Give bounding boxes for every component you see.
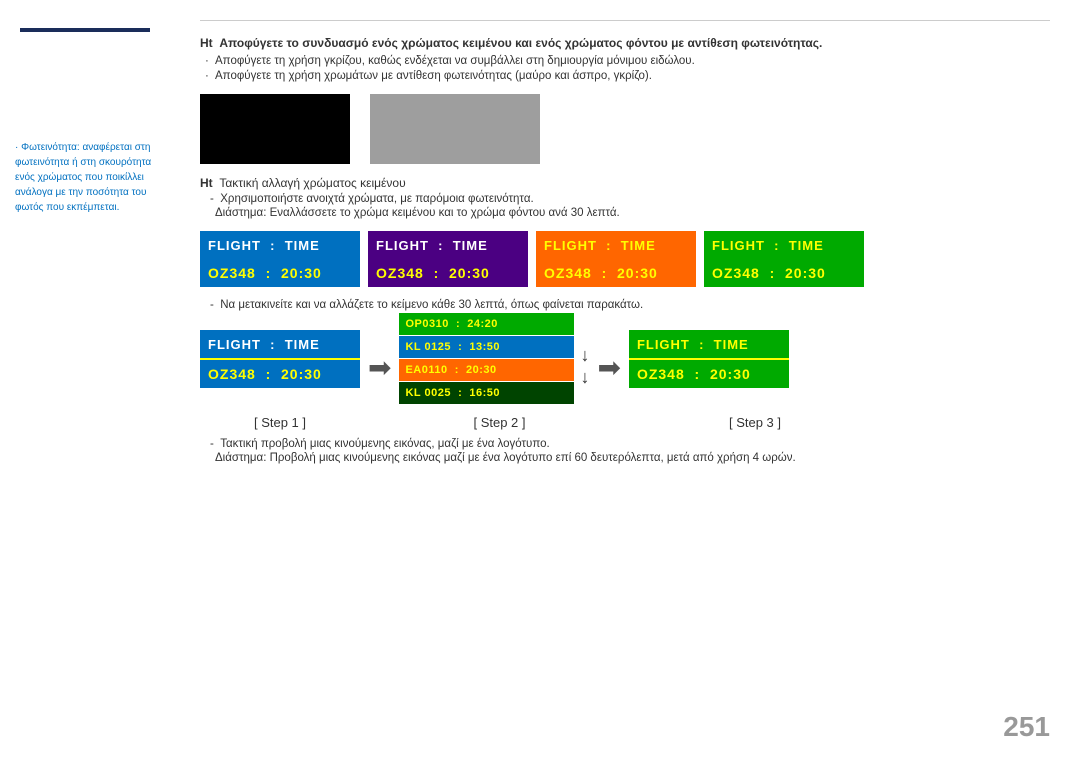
- arrow-right-1: ➡: [368, 341, 391, 384]
- hint-block-1: Ht Αποφύγετε το συνδυασμό ενός χρώματος …: [200, 36, 1050, 82]
- page-container: · Φωτεινότητα: αναφέρεται στη φωτεινότητ…: [0, 0, 1080, 763]
- step3-label: [ Step 3 ]: [675, 415, 835, 430]
- step1-card: FLIGHT : TIME OZ348 : 20:30: [200, 330, 360, 388]
- hint-title-1: Ht Αποφύγετε το συνδυασμό ενός χρώματος …: [200, 36, 1050, 50]
- step2-row-3: EA0110 : 20:30: [399, 359, 574, 381]
- hint-bullet-2: Αποφύγετε τη χρήση χρωμάτων με αντίθεση …: [215, 70, 1050, 82]
- card4-bottom-text: OZ348 : 20:30: [712, 265, 826, 281]
- step2-row-1: OP0310 : 24:20: [399, 313, 574, 335]
- card1-bottom-text: OZ348 : 20:30: [208, 265, 322, 281]
- bottom-notes: - Τακτική προβολή μιας κινούμενης εικόνα…: [200, 438, 1050, 464]
- ht-marker-2: Ht: [200, 176, 213, 190]
- sidebar: · Φωτεινότητα: αναφέρεται στη φωτεινότητ…: [0, 0, 180, 763]
- flight-card-1: FLIGHT : TIME OZ348 : 20:30: [200, 231, 360, 287]
- card2-top: FLIGHT : TIME: [368, 231, 528, 259]
- step1-bottom: OZ348 : 20:30: [200, 360, 360, 388]
- card2-top-text: FLIGHT : TIME: [376, 238, 488, 253]
- hint-bullet-1: Αποφύγετε τη χρήση γκρίζου, καθώς ενδέχε…: [215, 55, 1050, 67]
- flight-card-2: FLIGHT : TIME OZ348 : 20:30: [368, 231, 528, 287]
- arrow-right-2: ➡: [597, 341, 620, 384]
- step2-label: [ Step 2 ]: [412, 415, 587, 430]
- sub-hint-dash1: - Χρησιμοποιήστε ανοιχτά χρώματα, με παρ…: [210, 193, 1050, 205]
- arrow-down-icon-1: ↓: [580, 345, 589, 367]
- step1-top: FLIGHT : TIME: [200, 330, 360, 358]
- step3-bottom-text: OZ348 : 20:30: [637, 366, 751, 382]
- card1-top-text: FLIGHT : TIME: [208, 238, 320, 253]
- flight-card-4: FLIGHT : TIME OZ348 : 20:30: [704, 231, 864, 287]
- steps-row-content: FLIGHT : TIME OZ348 : 20:30 ➡ OP0310 : 2…: [200, 313, 1050, 411]
- arrow-down-icon-2: ↓: [580, 367, 589, 389]
- step1-top-text: FLIGHT : TIME: [208, 337, 320, 352]
- sub-hint-dash2: Διάστημα: Εναλλάσσετε το χρώμα κειμένου …: [215, 207, 1050, 219]
- card1-bottom: OZ348 : 20:30: [200, 259, 360, 287]
- step2-row-4: KL 0025 : 16:50: [399, 382, 574, 404]
- step2-row-2: KL 0125 : 13:50: [399, 336, 574, 358]
- gray-rectangle: [370, 94, 540, 164]
- arrow-right-icon-2: ➡: [597, 351, 620, 384]
- move-note: - Να μετακινείτε και να αλλάζετε το κείμ…: [210, 299, 1050, 311]
- card3-top-text: FLIGHT : TIME: [544, 238, 656, 253]
- bottom-note-1: - Τακτική προβολή μιας κινούμενης εικόνα…: [210, 438, 1050, 450]
- arrow-right-icon-1: ➡: [368, 351, 391, 384]
- arrow-down-group: ↓ ↓: [580, 335, 589, 388]
- step1-label: [ Step 1 ]: [200, 415, 360, 430]
- step3-card: FLIGHT : TIME OZ348 : 20:30: [629, 330, 789, 388]
- sidebar-note: · Φωτεινότητα: αναφέρεται στη φωτεινότητ…: [15, 140, 165, 215]
- card1-top: FLIGHT : TIME: [200, 231, 360, 259]
- card2-bottom: OZ348 : 20:30: [368, 259, 528, 287]
- sub-hint-block: Ht Τακτική αλλαγή χρώματος κειμένου - Χρ…: [200, 176, 1050, 219]
- step3-bottom: OZ348 : 20:30: [629, 360, 789, 388]
- ht-marker-1: Ht: [200, 36, 213, 50]
- step3-top-text: FLIGHT : TIME: [637, 337, 749, 352]
- steps-row-labels: [ Step 1 ] [ Step 2 ] [ Step 3 ]: [200, 415, 1050, 430]
- sub-hint-title: Ht Τακτική αλλαγή χρώματος κειμένου: [200, 176, 1050, 190]
- dark-rectangle: [200, 94, 350, 164]
- bottom-note-2: Διάστημα: Προβολή μιας κινούμενης εικόνα…: [215, 452, 1050, 464]
- card2-bottom-text: OZ348 : 20:30: [376, 265, 490, 281]
- main-content: Ht Αποφύγετε το συνδυασμό ενός χρώματος …: [180, 0, 1080, 763]
- step3-top: FLIGHT : TIME: [629, 330, 789, 358]
- top-divider: [200, 20, 1050, 21]
- flight-cards-row: FLIGHT : TIME OZ348 : 20:30 FLIGHT : TIM…: [200, 231, 1050, 287]
- card4-top: FLIGHT : TIME: [704, 231, 864, 259]
- step2-block: OP0310 : 24:20 KL 0125 : 13:50 EA0110 : …: [399, 313, 574, 405]
- step2-container: OP0310 : 24:20 KL 0125 : 13:50 EA0110 : …: [399, 313, 589, 411]
- sidebar-line: [20, 28, 150, 32]
- page-number: 251: [1003, 711, 1050, 743]
- steps-section: FLIGHT : TIME OZ348 : 20:30 ➡ OP0310 : 2…: [200, 313, 1050, 430]
- step1-bottom-text: OZ348 : 20:30: [208, 366, 322, 382]
- image-row: [200, 94, 1050, 164]
- card4-bottom: OZ348 : 20:30: [704, 259, 864, 287]
- card4-top-text: FLIGHT : TIME: [712, 238, 824, 253]
- flight-card-3: FLIGHT : TIME OZ348 : 20:30: [536, 231, 696, 287]
- card3-bottom: OZ348 : 20:30: [536, 259, 696, 287]
- card3-top: FLIGHT : TIME: [536, 231, 696, 259]
- card3-bottom-text: OZ348 : 20:30: [544, 265, 658, 281]
